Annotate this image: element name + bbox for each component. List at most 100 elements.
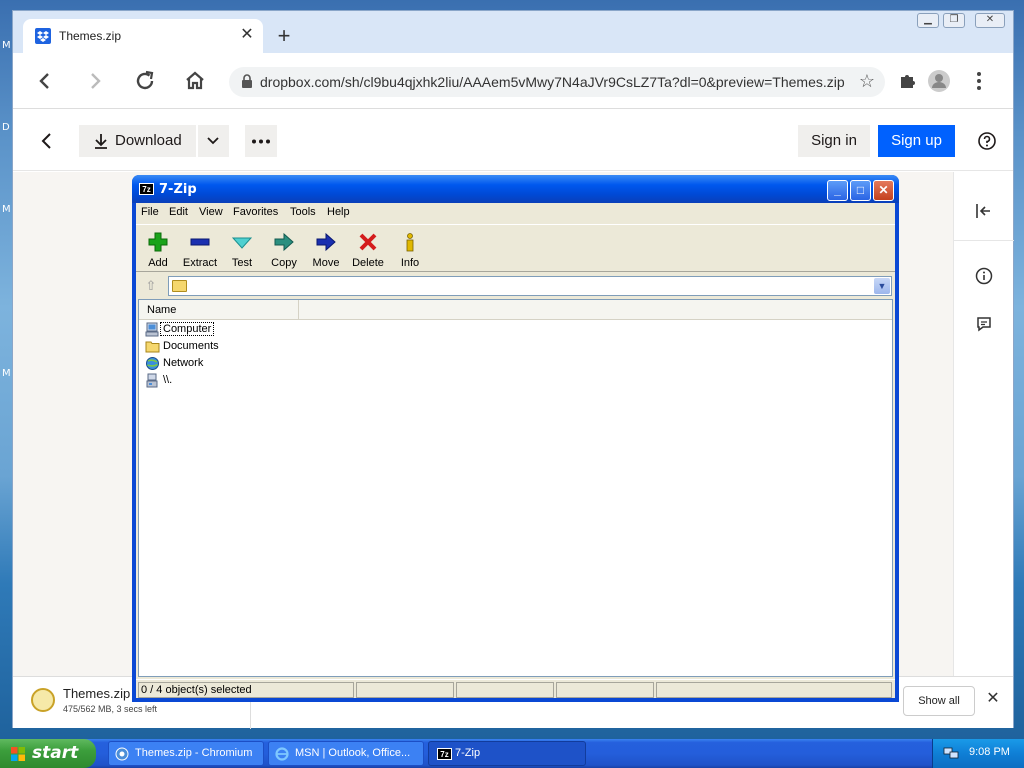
- download-label: Download: [115, 132, 182, 149]
- drive-icon: [146, 373, 158, 388]
- check-arrow-icon: [232, 237, 252, 249]
- minimize-button[interactable]: ▁: [917, 13, 939, 28]
- up-folder-icon[interactable]: ⇧: [140, 276, 162, 296]
- list-item[interactable]: Computer: [143, 321, 443, 338]
- tab-themes-zip[interactable]: Themes.zip ✕: [23, 19, 263, 53]
- close-downloads-icon[interactable]: ✕: [983, 689, 1003, 709]
- menu-view[interactable]: View: [199, 206, 223, 218]
- extract-label: Extract: [182, 257, 218, 269]
- menu-edit[interactable]: Edit: [169, 206, 188, 218]
- comment-icon[interactable]: [974, 314, 994, 334]
- folder-icon: [172, 280, 187, 292]
- profile-avatar-icon[interactable]: [925, 67, 953, 95]
- collapse-panel-icon[interactable]: [974, 201, 994, 221]
- add-label: Add: [148, 257, 168, 269]
- download-icon: [95, 134, 107, 149]
- task-label: 7-Zip: [455, 747, 481, 759]
- menu-help[interactable]: Help: [327, 206, 350, 218]
- forward-button[interactable]: [81, 67, 109, 95]
- 7zip-close-button[interactable]: ✕: [873, 180, 894, 201]
- 7zip-body: File Edit View Favorites Tools Help Add …: [136, 203, 895, 698]
- close-window-button[interactable]: ✕: [975, 13, 1005, 28]
- menu-favorites[interactable]: Favorites: [233, 206, 278, 218]
- 7zip-toolbar: Add Extract Test Copy Move Delete Info: [136, 224, 895, 272]
- start-button[interactable]: start: [0, 739, 96, 768]
- address-bar[interactable]: dropbox.com/sh/cl9bu4qjxhk2liu/AAAem5vMw…: [229, 67, 885, 97]
- home-button[interactable]: [181, 67, 209, 95]
- info-icon[interactable]: [974, 266, 994, 286]
- download-options-chevron-icon[interactable]: [198, 125, 229, 157]
- browser-toolbar: dropbox.com/sh/cl9bu4qjxhk2liu/AAAem5vMw…: [13, 53, 1013, 109]
- new-tab-button[interactable]: +: [271, 25, 297, 51]
- column-name[interactable]: Name: [139, 300, 299, 320]
- 7zip-title-bar[interactable]: 7z 7-Zip _ □ ✕: [132, 175, 899, 203]
- test-label: Test: [231, 257, 253, 269]
- menu-tools[interactable]: Tools: [290, 206, 316, 218]
- back-button[interactable]: [31, 67, 59, 95]
- 7zip-window: 7z 7-Zip _ □ ✕ File Edit View Favorites …: [132, 175, 899, 702]
- selection-status: 0 / 4 object(s) selected: [138, 682, 354, 698]
- zip-file-icon: [31, 688, 55, 712]
- list-item[interactable]: Network: [143, 355, 443, 372]
- chromium-icon: [115, 747, 129, 761]
- clock: 9:08 PM: [969, 746, 1010, 758]
- tab-strip: Themes.zip ✕ + ▁ ❐ ✕: [13, 11, 1013, 53]
- list-item[interactable]: Documents: [143, 338, 443, 355]
- delete-button[interactable]: Delete: [346, 227, 390, 271]
- test-button[interactable]: Test: [220, 227, 264, 271]
- info-icon: [406, 233, 414, 252]
- show-all-button[interactable]: Show all: [903, 686, 975, 716]
- download-button[interactable]: Download: [79, 125, 196, 157]
- url-text: dropbox.com/sh/cl9bu4qjxhk2liu/AAAem5vMw…: [260, 74, 845, 90]
- 7zip-status-bar: 0 / 4 object(s) selected: [136, 679, 895, 698]
- bookmark-star-icon[interactable]: ☆: [859, 71, 875, 92]
- 7zip-file-list[interactable]: Name Computer Documents Network \\.: [138, 299, 893, 677]
- tab-close-icon[interactable]: ✕: [237, 25, 257, 45]
- task-chromium[interactable]: Themes.zip - Chromium: [108, 741, 264, 766]
- delete-x-icon: [359, 233, 377, 251]
- sign-up-button[interactable]: Sign up: [878, 125, 955, 157]
- dropbox-back-icon[interactable]: [37, 129, 57, 153]
- 7zip-title: 7-Zip: [159, 182, 197, 197]
- task-msn[interactable]: MSN | Outlook, Office...: [268, 741, 424, 766]
- sign-in-button[interactable]: Sign in: [798, 125, 870, 157]
- 7zip-path-combo[interactable]: ▼: [168, 276, 892, 296]
- move-button[interactable]: Move: [304, 227, 348, 271]
- info-button[interactable]: Info: [388, 227, 432, 271]
- item-name: \\.: [163, 374, 173, 386]
- path-dropdown-icon[interactable]: ▼: [874, 278, 890, 294]
- download-file-name: Themes.zip: [63, 686, 131, 701]
- copy-arrow-icon: [274, 232, 294, 252]
- menu-file[interactable]: File: [141, 206, 159, 218]
- copy-button[interactable]: Copy: [262, 227, 306, 271]
- copy-label: Copy: [271, 257, 297, 269]
- network-tray-icon: [943, 747, 959, 759]
- 7zip-maximize-button[interactable]: □: [850, 180, 871, 201]
- chrome-menu-icon[interactable]: [965, 67, 993, 95]
- 7zip-menubar: File Edit View Favorites Tools Help: [136, 203, 895, 223]
- task-7zip[interactable]: 7z 7-Zip: [428, 741, 586, 766]
- item-name: Documents: [163, 340, 219, 352]
- reload-button[interactable]: [131, 67, 159, 95]
- task-label: Themes.zip - Chromium: [135, 747, 253, 759]
- help-icon[interactable]: [977, 131, 997, 151]
- dropbox-header: Download Sign in Sign up: [13, 109, 1013, 171]
- taskbar: start Themes.zip - Chromium MSN | Outloo…: [0, 739, 1024, 768]
- delete-label: Delete: [352, 257, 384, 269]
- system-tray: 9:08 PM: [932, 739, 1024, 768]
- restore-button[interactable]: ❐: [943, 13, 965, 28]
- item-name: Computer: [159, 322, 215, 336]
- add-button[interactable]: Add: [136, 227, 180, 271]
- dropbox-favicon-icon: [35, 28, 51, 44]
- 7zip-app-icon: 7z: [139, 183, 154, 195]
- column-header: Name: [139, 300, 892, 320]
- task-label: MSN | Outlook, Office...: [295, 747, 411, 759]
- more-options-icon[interactable]: [245, 125, 277, 157]
- list-item[interactable]: \\.: [143, 372, 443, 389]
- folder-icon: [145, 341, 160, 353]
- move-label: Move: [312, 257, 340, 269]
- 7zip-minimize-button[interactable]: _: [827, 180, 848, 201]
- extensions-puzzle-icon[interactable]: [893, 67, 921, 95]
- network-globe-icon: [146, 357, 159, 370]
- extract-button[interactable]: Extract: [178, 227, 222, 271]
